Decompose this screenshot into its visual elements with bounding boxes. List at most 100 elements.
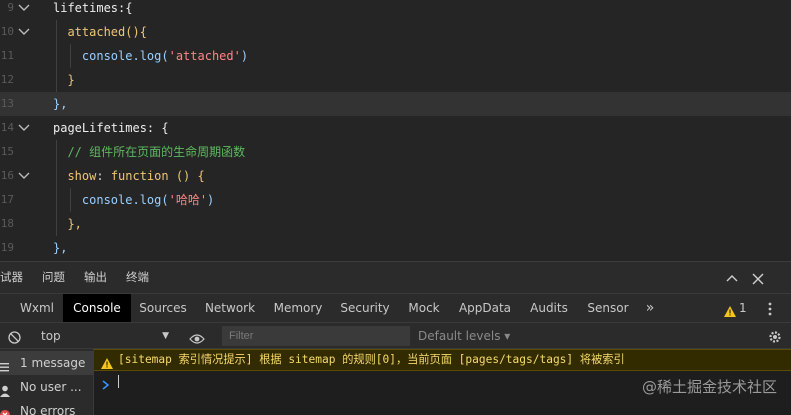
sidebar-item-errors[interactable]: No errors (0, 399, 94, 415)
settings-gear-icon[interactable] (768, 329, 782, 348)
code-token: console.log( (53, 49, 169, 63)
code-line[interactable]: 10 attached(){ (0, 20, 791, 44)
code-text: } (53, 68, 75, 92)
code-token: }, (53, 97, 68, 111)
panel-tab-debugger[interactable]: 试器 (0, 262, 23, 292)
user-icon (0, 381, 12, 397)
code-text: // 组件所在页面的生命周期函数 (53, 140, 245, 164)
more-options-icon[interactable] (768, 301, 772, 320)
console-filter-input[interactable]: Filter (222, 326, 410, 346)
panel-tab-terminal[interactable]: 终端 (126, 262, 149, 292)
code-token: : (96, 169, 111, 183)
code-line[interactable]: 13}, (0, 92, 791, 116)
line-number: 13 (0, 97, 14, 110)
code-text: lifetimes:{ (53, 0, 132, 20)
code-text: console.log('attached') (53, 44, 248, 68)
code-token: show (53, 169, 97, 183)
tab-appdata[interactable]: AppData (454, 294, 516, 322)
eye-icon[interactable] (189, 330, 205, 349)
sidebar-item-messages[interactable]: 1 message (0, 351, 94, 375)
line-number: 9 (7, 1, 14, 14)
tab-wxml[interactable]: Wxml (12, 294, 62, 322)
code-token: pageLifetimes: { (53, 121, 169, 135)
panel-tab-bar: 试器 问题 输出 终端 (0, 262, 791, 292)
panel-tab-output[interactable]: 输出 (84, 262, 107, 292)
text-cursor (118, 375, 119, 388)
line-number: 10 (0, 25, 14, 38)
more-tabs-button[interactable]: » (640, 294, 660, 322)
console-warning-row: [sitemap 索引情况提示] 根据 sitemap 的规则[0]，当前页面 … (94, 349, 791, 371)
code-token: ) (207, 193, 215, 207)
line-number: 14 (0, 121, 14, 134)
code-text: pageLifetimes: { (53, 116, 169, 140)
code-token: } (53, 73, 75, 87)
warning-message: [sitemap 索引情况提示] 根据 sitemap 的规则[0]，当前页面 … (118, 353, 625, 366)
code-line[interactable]: 17 console.log('哈哈') (0, 188, 791, 212)
line-number: 11 (0, 49, 14, 62)
code-token: // 组件所在页面的生命周期函数 (53, 145, 246, 159)
tab-sensor[interactable]: Sensor (582, 294, 634, 322)
code-line[interactable]: 11 console.log('attached') (0, 44, 791, 68)
code-token: }, (53, 241, 68, 255)
code-token: lifetimes:{ (53, 1, 133, 15)
panel-tab-problems[interactable]: 问题 (42, 262, 65, 292)
tab-sources[interactable]: Sources (134, 294, 192, 322)
code-token: attached(){ (53, 25, 147, 39)
context-select-value: top (41, 329, 61, 343)
fold-chevron-icon[interactable] (18, 123, 30, 133)
log-levels-dropdown[interactable]: Default levels ▾ (418, 323, 510, 349)
error-icon (0, 405, 12, 415)
code-text: }, (53, 92, 67, 116)
clear-console-icon[interactable] (8, 329, 21, 348)
code-line[interactable]: 12 } (0, 68, 791, 92)
tab-network[interactable]: Network (200, 294, 260, 322)
code-line[interactable]: 16 show: function () { (0, 164, 791, 188)
tab-console[interactable]: Console (63, 294, 131, 322)
chevron-down-icon: ▼ (162, 331, 169, 341)
line-number: 15 (0, 145, 14, 158)
code-token: }, (53, 217, 82, 231)
collapse-panel-icon[interactable] (726, 270, 738, 289)
sidebar-item-label: No user ... (20, 380, 82, 394)
devtools-tab-bar: Wxml Console Sources Network Memory Secu… (0, 293, 791, 323)
code-line[interactable]: 15 // 组件所在页面的生命周期函数 (0, 140, 791, 164)
code-token: console.log( (53, 193, 169, 207)
sidebar-item-label: No errors (20, 404, 76, 415)
code-text: show: function () { (53, 164, 205, 188)
code-editor[interactable]: 9 lifetimes:{10 attached(){11 console.log… (0, 0, 791, 261)
tab-memory[interactable]: Memory (268, 294, 328, 322)
code-text: console.log('哈哈') (53, 188, 214, 212)
list-icon (0, 357, 12, 372)
code-token: function (110, 169, 169, 183)
fold-chevron-icon[interactable] (18, 171, 30, 181)
devtools-panel: 试器 问题 输出 终端 Wxml Console Sources Network… (0, 261, 791, 415)
line-number: 12 (0, 73, 14, 86)
tab-mock[interactable]: Mock (402, 294, 446, 322)
line-number: 17 (0, 193, 14, 206)
warning-count[interactable]: 1 (739, 294, 747, 322)
prompt-chevron-icon (102, 375, 110, 394)
code-line[interactable]: 18 }, (0, 212, 791, 236)
code-text: }, (53, 212, 82, 236)
code-line[interactable]: 14 pageLifetimes: { (0, 116, 791, 140)
context-select[interactable]: top ▼ (33, 323, 173, 349)
code-token: ) (240, 49, 249, 63)
fold-chevron-icon[interactable] (18, 3, 30, 13)
console-output[interactable]: [sitemap 索引情况提示] 根据 sitemap 的规则[0]，当前页面 … (94, 349, 791, 415)
close-panel-icon[interactable] (752, 270, 764, 289)
line-number: 16 (0, 169, 14, 182)
line-number: 19 (0, 241, 14, 254)
code-token: () { (168, 169, 205, 183)
line-number: 18 (0, 217, 14, 230)
code-line[interactable]: 19}, (0, 236, 791, 260)
tab-audits[interactable]: Audits (524, 294, 574, 322)
code-token: 'attached' (168, 49, 241, 63)
code-token: '哈哈' (168, 193, 208, 207)
sidebar-item-label: 1 message (20, 356, 86, 370)
warning-icon[interactable] (724, 302, 736, 321)
watermark: @稀土掘金技术社区 (641, 378, 777, 396)
sidebar-item-user-messages[interactable]: No user ... (0, 375, 94, 399)
fold-chevron-icon[interactable] (18, 27, 30, 37)
code-line[interactable]: 9 lifetimes:{ (0, 0, 791, 20)
tab-security[interactable]: Security (336, 294, 394, 322)
